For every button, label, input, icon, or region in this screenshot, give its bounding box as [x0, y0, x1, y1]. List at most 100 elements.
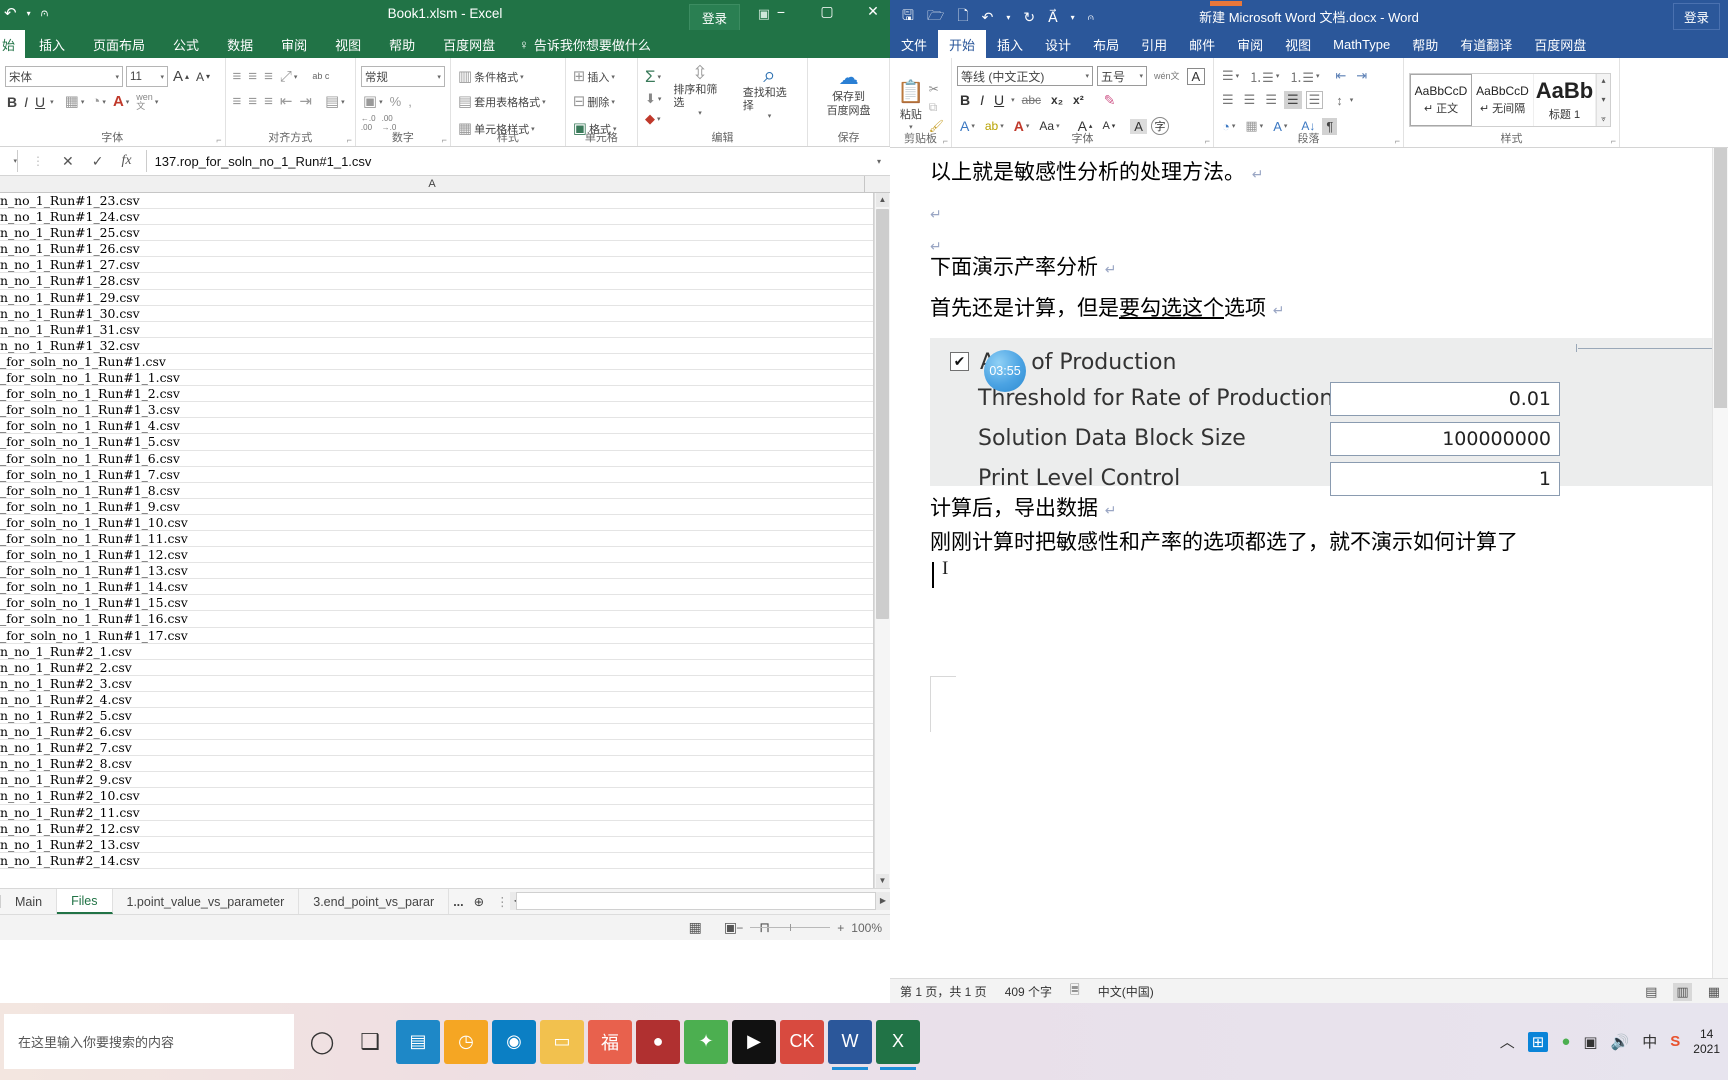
cell-value[interactable]: n_no_1_Run#1_24.csv — [0, 209, 140, 225]
cell-value[interactable]: _for_soln_no_1_Run#1_17.csv — [0, 628, 188, 644]
cell-value[interactable]: n_no_1_Run#1_29.csv — [0, 290, 140, 306]
word-ribbon-tabs[interactable]: 文件 开始 插入 设计 布局 引用 邮件 审阅 视图 MathType 帮助 有… — [890, 30, 1728, 58]
fill-color-button[interactable]: ◔ ▾ — [89, 93, 108, 110]
excel-row[interactable]: n_no_1_Run#2_11.csv — [0, 805, 890, 821]
maximize-icon[interactable]: ▢ — [814, 3, 840, 20]
excel-row[interactable]: _for_soln_no_1_Run#1_16.csv — [0, 611, 890, 628]
cell-value[interactable]: n_no_1_Run#2_13.csv — [0, 837, 140, 853]
font-color-button[interactable]: A ▾ — [111, 93, 131, 110]
chevron-down-icon[interactable]: ▾ — [1011, 96, 1015, 104]
bold-button[interactable]: B — [5, 93, 19, 111]
cell-value[interactable]: _for_soln_no_1_Run#1_4.csv — [0, 418, 180, 434]
excel-row[interactable]: _for_soln_no_1_Run#1_6.csv — [0, 451, 890, 467]
shrink-font-button[interactable]: A ▾ — [194, 69, 212, 85]
word-icon[interactable]: W — [828, 1019, 872, 1070]
insert-function-button[interactable]: fx — [121, 153, 131, 169]
close-icon[interactable]: ✕ — [860, 3, 886, 20]
cell-value[interactable]: n_no_1_Run#2_8.csv — [0, 756, 132, 772]
add-sheet-button[interactable]: ⊕ — [468, 889, 490, 914]
antivirus-icon[interactable]: ● — [1561, 1033, 1570, 1050]
excel-row[interactable]: n_no_1_Run#2_3.csv — [0, 676, 890, 692]
tab-insert[interactable]: 插入 — [25, 30, 79, 58]
cell-value[interactable]: n_no_1_Run#2_12.csv — [0, 821, 140, 837]
excel-row[interactable]: _for_soln_no_1_Run#1_7.csv — [0, 467, 890, 483]
excel-row[interactable]: _for_soln_no_1_Run#1_10.csv — [0, 515, 890, 531]
paste-button[interactable]: 📋 粘贴 ▾ — [897, 79, 924, 131]
phonetic-button[interactable]: wen 文 ▾ — [134, 92, 160, 112]
cell-value[interactable]: _for_soln_no_1_Run#1_5.csv — [0, 434, 180, 450]
clear-button[interactable]: ◆ ▾ — [643, 110, 663, 128]
cell-value[interactable]: n_no_1_Run#1_31.csv — [0, 322, 140, 338]
gallery-down-icon[interactable]: ▾ — [1601, 95, 1605, 104]
cell-value[interactable]: n_no_1_Run#1_23.csv — [0, 193, 140, 209]
cell-value[interactable]: _for_soln_no_1_Run#1_11.csv — [0, 531, 188, 547]
cell-value[interactable]: n_no_1_Run#2_6.csv — [0, 724, 132, 740]
paragraph-dialog-launcher[interactable]: ⌐ — [1395, 136, 1400, 146]
clear-formatting-button[interactable]: ✎ — [1101, 92, 1119, 109]
scroll-down-icon[interactable]: ▼ — [876, 874, 889, 888]
excel-row[interactable]: n_no_1_Run#2_8.csv — [0, 756, 890, 773]
cell-value[interactable]: _for_soln_no_1_Run#1_10.csv — [0, 515, 188, 531]
excel-zoom-control[interactable]: − + 100% — [736, 921, 882, 935]
app-orange-icon[interactable]: 福 — [588, 1019, 632, 1064]
page-layout-view-icon[interactable]: ▣ — [724, 919, 737, 936]
word-vertical-scrollbar[interactable] — [1712, 148, 1728, 978]
cut-icon[interactable]: ✂ — [929, 82, 944, 96]
read-mode-icon[interactable]: ▤ — [1645, 984, 1657, 1000]
tab-layout[interactable]: 布局 — [1082, 30, 1130, 58]
cell-value[interactable]: n_no_1_Run#1_25.csv — [0, 225, 140, 241]
excel-row[interactable]: n_no_1_Run#2_1.csv — [0, 644, 890, 660]
distribute-button[interactable]: ☰ — [1305, 91, 1324, 109]
excel-row[interactable]: _for_soln_no_1_Run#1_15.csv — [0, 595, 890, 612]
save-to-baidu-button[interactable]: ☁ 保存到 百度网盘 — [813, 61, 884, 117]
cell-value[interactable]: _for_soln_no_1_Run#1_2.csv — [0, 386, 180, 402]
number-format-combo[interactable]: 常规 ▾ — [360, 66, 445, 87]
increase-indent-button[interactable]: ⇥ — [1353, 68, 1370, 84]
app-green-icon[interactable]: ✦ — [684, 1019, 728, 1064]
zoom-in-button[interactable]: + — [837, 921, 844, 935]
font-size-combo[interactable]: 五号 ▾ — [1097, 66, 1147, 86]
zoom-out-button[interactable]: − — [736, 921, 743, 935]
formula-input[interactable]: 137.rop_for_soln_no_1_Run#1_1.csv — [145, 150, 868, 172]
align-bottom-button[interactable]: ≡ — [262, 68, 275, 85]
excel-row[interactable]: n_no_1_Run#2_9.csv — [0, 772, 890, 789]
align-top-button[interactable]: ≡ — [231, 68, 244, 85]
orientation-button[interactable]: ⤢ ▾ — [278, 68, 300, 85]
column-header-b[interactable] — [865, 176, 890, 193]
style-item-normal[interactable]: AaBbCcD ↵ 正文 — [1410, 74, 1472, 126]
excel-row[interactable]: n_no_1_Run#1_26.csv — [0, 241, 890, 258]
excel-row[interactable]: _for_soln_no_1_Run#1_4.csv — [0, 418, 890, 435]
conditional-formatting-button[interactable]: ▥ 条件格式 ▾ — [456, 68, 526, 86]
excel-row[interactable]: n_no_1_Run#2_6.csv — [0, 724, 890, 741]
taskbar-app-icons[interactable]: ◯ ❑ ▤ ◷ ◉ ▭ 福 ● ✦ ▶ CK W X — [294, 1019, 920, 1070]
italic-button[interactable]: I — [977, 92, 987, 108]
zoom-slider[interactable] — [750, 924, 831, 931]
excel-row[interactable]: n_no_1_Run#2_4.csv — [0, 692, 890, 708]
font-dialog-launcher[interactable]: ⌐ — [1205, 136, 1210, 146]
styles-gallery[interactable]: AaBbCcD ↵ 正文 AaBbCcD ↵ 无间隔 AaBb 标题 1 ▴ ▾… — [1409, 73, 1611, 127]
increase-indent-button[interactable]: ⇥ — [297, 93, 314, 110]
tab-references[interactable]: 引用 — [1130, 30, 1178, 58]
proofing-icon[interactable]: 🗏 — [1070, 981, 1080, 1002]
sheet-tab-end-point[interactable]: 3.end_point_vs_parar — [299, 889, 450, 914]
cell-value[interactable]: _for_soln_no_1_Run#1_1.csv — [0, 370, 180, 386]
phonetic-guide-button[interactable]: wén文 — [1151, 71, 1183, 81]
excel-row[interactable]: n_no_1_Run#1_23.csv — [0, 193, 890, 210]
tab-review[interactable]: 审阅 — [267, 30, 321, 58]
tab-help[interactable]: 帮助 — [1401, 30, 1449, 58]
edge-icon[interactable]: ◉ — [492, 1019, 536, 1064]
excel-row[interactable]: n_no_1_Run#1_32.csv — [0, 338, 890, 354]
task-view-icon[interactable]: ❑ — [348, 1020, 392, 1064]
excel-row[interactable]: _for_soln_no_1_Run#1_5.csv — [0, 434, 890, 451]
excel-horizontal-scrollbar[interactable] — [516, 892, 876, 910]
gallery-more-icon[interactable]: ⩔ — [1601, 114, 1606, 124]
name-box[interactable]: ▾ — [0, 150, 18, 172]
wrap-text-button[interactable]: ab c — [310, 71, 331, 82]
tab-insert[interactable]: 插入 — [986, 30, 1034, 58]
cell-value[interactable]: _for_soln_no_1_Run#1_8.csv — [0, 483, 180, 499]
cell-value[interactable]: _for_soln_no_1_Run#1_9.csv — [0, 499, 180, 515]
hscroll-right-icon[interactable]: ▶ — [876, 892, 890, 910]
underline-button[interactable]: U — [33, 93, 47, 111]
cell-value[interactable]: n_no_1_Run#1_27.csv — [0, 257, 140, 273]
cell-value[interactable]: n_no_1_Run#2_14.csv — [0, 853, 140, 869]
